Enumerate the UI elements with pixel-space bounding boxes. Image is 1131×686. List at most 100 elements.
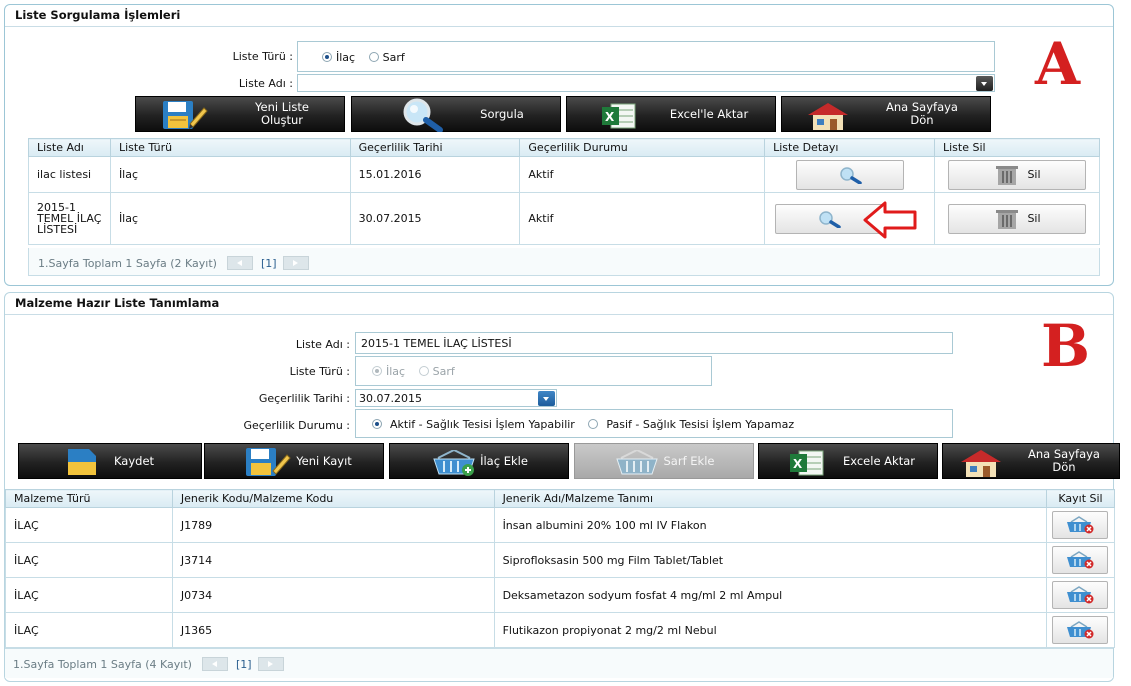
kayit-sil-button[interactable] <box>1052 511 1109 539</box>
col-header[interactable]: Geçerlilik Tarihi <box>349 138 521 157</box>
yeni-kayit-button[interactable]: Yeni Kayıt <box>204 443 384 479</box>
col-header[interactable]: Liste Türü <box>109 138 351 157</box>
liste-turu-label: Liste Türü : <box>289 365 350 378</box>
pager: 1.Sayfa Toplam 1 Sayfa (2 Kayıt) [1] <box>38 256 309 270</box>
pager: 1.Sayfa Toplam 1 Sayfa (4 Kayıt) [1] <box>13 657 284 671</box>
cell-durum: Aktif <box>519 156 766 193</box>
excele-aktar-button[interactable]: X Excele Aktar <box>758 443 938 479</box>
magnifier-icon <box>403 98 443 132</box>
col-header[interactable]: Liste Detayı <box>764 138 935 157</box>
prev-page-icon[interactable] <box>201 657 228 671</box>
radio-ilac[interactable] <box>322 52 332 62</box>
ana-sayfaya-don-button[interactable]: Ana Sayfaya Dön <box>781 96 991 132</box>
prev-page-icon[interactable] <box>226 256 253 270</box>
title-divider <box>5 314 1113 315</box>
cell-malzeme-kodu: J1365 <box>171 612 495 648</box>
radio-aktif[interactable] <box>372 419 382 429</box>
col-header[interactable]: Liste Sil <box>934 138 1100 157</box>
cell-kayit-sil <box>1045 577 1116 613</box>
table-row[interactable]: ilac listesi İlaç 15.01.2016 Aktif Sil <box>28 156 1100 193</box>
basket-remove-icon <box>1067 516 1094 534</box>
liste-sil-button[interactable]: Sil <box>948 203 1086 234</box>
radio-pasif-label: Pasif - Sağlık Tesisi İşlem Yapamaz <box>606 418 795 431</box>
liste-sil-button[interactable]: Sil <box>948 159 1086 190</box>
radio-pasif[interactable] <box>588 419 599 429</box>
cell-malzeme-kodu: J1789 <box>171 507 495 543</box>
col-header[interactable]: Jenerik Adı/Malzeme Tanımı <box>493 489 1047 508</box>
liste-adi-input[interactable]: 2015-1 TEMEL İLAÇ LİSTESİ <box>355 332 953 354</box>
ana-sayfa-label: Ana Sayfaya Dön <box>886 100 958 127</box>
basket-remove-icon <box>1067 586 1094 604</box>
excel-icon: X <box>790 450 824 476</box>
radio-ilac[interactable] <box>372 366 382 376</box>
radio-sarf-label: Sarf <box>432 365 455 378</box>
page-number[interactable]: [1] <box>261 257 277 270</box>
ilac-ekle-button[interactable]: İlaç Ekle <box>389 443 569 479</box>
save-edit-icon <box>163 101 208 129</box>
cell-tarih: 15.01.2016 <box>349 156 521 193</box>
cell-malzeme-tanimi: Deksametazon sodyum fosfat 4 mg/ml 2 ml … <box>493 577 1047 613</box>
sarf-ekle-label: Sarf Ekle <box>663 454 715 468</box>
home-icon <box>808 103 848 130</box>
cell-kayit-sil <box>1045 507 1116 543</box>
radio-sarf-label: Sarf <box>382 51 405 64</box>
cell-liste-turu: İlaç <box>109 156 351 193</box>
table-header-row: Malzeme Türü Jenerik Kodu/Malzeme Kodu J… <box>5 489 1116 508</box>
title-divider <box>5 26 1113 27</box>
table-row[interactable]: İLAÇ J3714 Siprofloksasin 500 mg Film Ta… <box>5 542 1116 578</box>
cell-detay <box>764 156 935 193</box>
ana-sayfa-label: Ana Sayfaya Dön <box>1028 447 1100 474</box>
yeni-liste-olustur-button[interactable]: Yeni Liste Oluştur <box>135 96 345 132</box>
basket-remove-icon <box>1067 551 1094 569</box>
liste-turu-label: Liste Türü : <box>232 50 293 63</box>
table-row[interactable]: İLAÇ J0734 Deksametazon sodyum fosfat 4 … <box>5 577 1116 613</box>
magnifier-icon <box>839 166 862 184</box>
liste-adi-label: Liste Adı : <box>295 338 350 351</box>
svg-text:X: X <box>793 457 803 471</box>
save-edit-icon <box>246 448 291 476</box>
cell-liste-adi: 2015-1 TEMEL İLAÇ LİSTESİ <box>28 192 111 245</box>
next-page-icon[interactable] <box>282 256 309 270</box>
table-row[interactable]: İLAÇ J1789 İnsan albumini 20% 100 ml IV … <box>5 507 1116 543</box>
next-page-icon[interactable] <box>257 657 284 671</box>
gecerlilik-tarihi-value: 30.07.2015 <box>359 392 422 405</box>
chevron-down-icon[interactable] <box>976 76 993 91</box>
radio-ilac-label: İlaç <box>336 51 356 64</box>
table-row[interactable]: İLAÇ J1365 Flutikazon propiyonat 2 mg/2 … <box>5 612 1116 648</box>
trash-icon <box>996 165 1019 185</box>
sorgula-button[interactable]: Sorgula <box>351 96 561 132</box>
gecerlilik-durumu-label: Geçerlilik Durumu : <box>243 419 350 432</box>
page-number[interactable]: [1] <box>236 658 252 671</box>
liste-detay-button[interactable] <box>795 159 904 190</box>
col-header[interactable]: Kayıt Sil <box>1045 489 1116 508</box>
excel-aktar-button[interactable]: X Excel'le Aktar <box>566 96 776 132</box>
col-header[interactable]: Geçerlilik Durumu <box>519 138 766 157</box>
radio-sarf[interactable] <box>368 52 379 62</box>
table-row[interactable]: 2015-1 TEMEL İLAÇ LİSTESİ İlaç 30.07.201… <box>28 192 1100 245</box>
sarf-ekle-button[interactable]: Sarf Ekle <box>574 443 754 479</box>
pager-text: 1.Sayfa Toplam 1 Sayfa (2 Kayıt) <box>38 256 217 270</box>
kayit-sil-button[interactable] <box>1052 616 1109 644</box>
kayit-sil-button[interactable] <box>1052 546 1109 574</box>
cell-kayit-sil <box>1045 612 1116 648</box>
calendar-dropdown-icon[interactable] <box>538 391 555 406</box>
col-header[interactable]: Jenerik Kodu/Malzeme Kodu <box>171 489 495 508</box>
liste-turu-radio-group: İlaç Sarf <box>297 41 995 72</box>
gecerlilik-tarihi-input[interactable]: 30.07.2015 <box>355 389 557 407</box>
annotation-letter-a: A <box>1035 30 1081 98</box>
cell-kayit-sil <box>1045 542 1116 578</box>
kaydet-button[interactable]: Kaydet <box>18 443 202 479</box>
ana-sayfaya-don-button[interactable]: Ana Sayfaya Dön <box>942 443 1120 479</box>
cell-sil: Sil <box>934 156 1100 193</box>
col-header[interactable]: Malzeme Türü <box>5 489 173 508</box>
excel-aktar-label: Excel'le Aktar <box>669 107 749 121</box>
kayit-sil-button[interactable] <box>1052 581 1109 609</box>
cell-sil: Sil <box>934 192 1100 245</box>
excele-aktar-label: Excele Aktar <box>842 454 915 468</box>
radio-ilac-label: İlaç <box>386 365 406 378</box>
sorgula-label: Sorgula <box>480 107 524 121</box>
radio-sarf[interactable] <box>418 366 429 376</box>
col-header[interactable]: Liste Adı <box>28 138 111 157</box>
yeni-liste-label: Yeni Liste Oluştur <box>255 100 309 127</box>
liste-adi-select[interactable] <box>297 74 995 92</box>
